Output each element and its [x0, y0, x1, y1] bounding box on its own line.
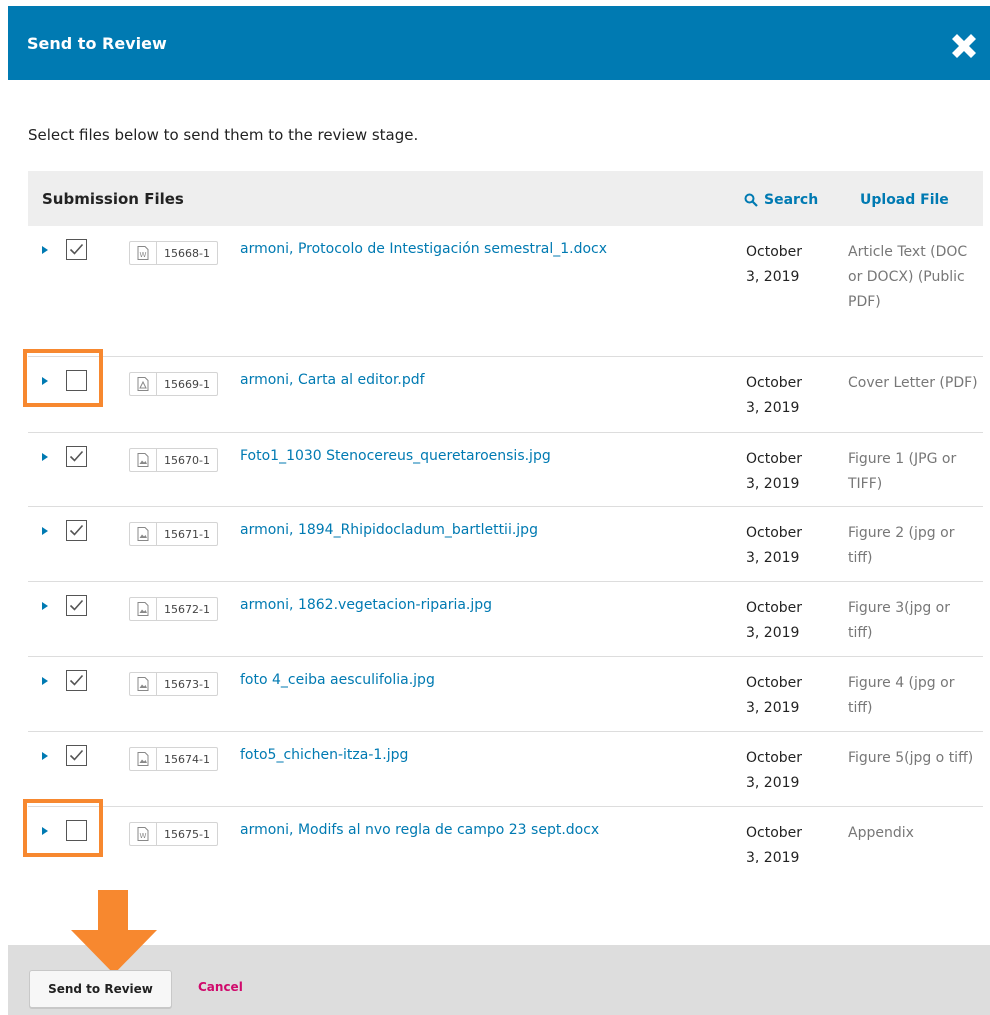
- file-row: 15671-1 armoni, 1894_Rhipidocladum_bartle…: [28, 507, 983, 582]
- submission-files-grid: Submission Files Search Upload File W 156…: [23, 171, 983, 880]
- file-name-link[interactable]: armoni, Carta al editor.pdf: [240, 372, 425, 388]
- file-id: 15668-1: [164, 246, 210, 260]
- pdf-file-icon: [130, 373, 157, 395]
- intro-text: Select files below to send them to the r…: [28, 126, 419, 144]
- file-id-badge: W 15668-1: [129, 241, 218, 265]
- checkmark-icon: [69, 450, 84, 462]
- image-file-icon: [130, 449, 157, 471]
- file-date: October 3, 2019: [746, 375, 803, 416]
- file-id: 15669-1: [164, 377, 210, 391]
- search-icon: [744, 193, 758, 207]
- file-date: October 3, 2019: [746, 244, 803, 285]
- file-row: 15669-1 armoni, Carta al editor.pdf Octobe…: [23, 349, 983, 433]
- cancel-link[interactable]: Cancel: [198, 980, 243, 994]
- file-row: 15674-1 foto5_chichen-itza-1.jpg October 3…: [28, 732, 983, 807]
- file-type: Article Text (DOC or DOCX) (Public PDF): [848, 244, 968, 310]
- file-id: 15674-1: [164, 752, 210, 766]
- checkmark-icon: [69, 243, 84, 255]
- highlight-box: [23, 349, 103, 407]
- upload-file-link[interactable]: Upload File: [860, 192, 949, 208]
- svg-text:W: W: [140, 251, 147, 259]
- close-icon[interactable]: [946, 28, 982, 64]
- checkmark-icon: [69, 674, 84, 686]
- file-select-checkbox[interactable]: [66, 446, 87, 467]
- expand-row-icon[interactable]: [42, 752, 48, 760]
- file-name-link[interactable]: foto5_chichen-itza-1.jpg: [240, 747, 408, 763]
- file-rows: W 15668-1 armoni, Protocolo de Intestigaci…: [23, 226, 983, 880]
- file-id: 15675-1: [164, 827, 210, 841]
- arrow-down-icon: [71, 890, 157, 974]
- grid-header: Submission Files Search Upload File: [28, 171, 983, 226]
- file-date: October 3, 2019: [746, 600, 803, 641]
- search-label: Search: [764, 192, 819, 208]
- modal-title: Send to Review: [27, 34, 167, 53]
- highlight-box: [23, 799, 103, 857]
- file-id: 15670-1: [164, 453, 210, 467]
- file-type: Figure 2 (jpg or tiff): [848, 525, 955, 566]
- file-row: 15673-1 foto 4_ceiba aesculifolia.jpg Octo…: [28, 657, 983, 732]
- checkmark-icon: [69, 524, 84, 536]
- file-select-checkbox[interactable]: [66, 670, 87, 691]
- file-select-checkbox[interactable]: [66, 595, 87, 616]
- file-name-link[interactable]: Foto1_1030 Stenocereus_queretaroensis.jp…: [240, 448, 551, 464]
- file-id-badge: 15669-1: [129, 372, 218, 396]
- expand-row-icon[interactable]: [42, 677, 48, 685]
- svg-text:W: W: [140, 832, 147, 840]
- file-id-badge: W 15675-1: [129, 822, 218, 846]
- expand-row-icon[interactable]: [42, 246, 48, 254]
- modal-header: Send to Review: [8, 6, 990, 80]
- expand-row-icon[interactable]: [42, 602, 48, 610]
- image-file-icon: [130, 598, 157, 620]
- file-id: 15671-1: [164, 527, 210, 541]
- expand-row-icon[interactable]: [42, 527, 48, 535]
- search-link[interactable]: Search: [744, 192, 818, 208]
- file-name-link[interactable]: armoni, Protocolo de Intestigación semes…: [240, 241, 607, 257]
- file-date: October 3, 2019: [746, 451, 803, 492]
- file-type: Appendix: [848, 825, 914, 841]
- file-name-link[interactable]: armoni, 1894_Rhipidocladum_bartlettii.jp…: [240, 522, 538, 538]
- image-file-icon: [130, 523, 157, 545]
- word-file-icon: W: [130, 823, 157, 845]
- image-file-icon: [130, 673, 157, 695]
- file-name-link[interactable]: armoni, 1862.vegetacion-riparia.jpg: [240, 597, 492, 613]
- checkmark-icon: [69, 749, 84, 761]
- file-id: 15672-1: [164, 602, 210, 616]
- file-id: 15673-1: [164, 677, 210, 691]
- file-id-badge: 15671-1: [129, 522, 218, 546]
- file-type: Figure 5(jpg o tiff): [848, 750, 974, 766]
- send-to-review-button[interactable]: Send to Review: [29, 970, 172, 1008]
- word-file-icon: W: [130, 242, 157, 264]
- file-name-link[interactable]: armoni, Modifs al nvo regla de campo 23 …: [240, 822, 599, 838]
- file-id-badge: 15670-1: [129, 448, 218, 472]
- file-select-checkbox[interactable]: [66, 745, 87, 766]
- file-name-link[interactable]: foto 4_ceiba aesculifolia.jpg: [240, 672, 435, 688]
- file-date: October 3, 2019: [746, 525, 803, 566]
- file-date: October 3, 2019: [746, 750, 803, 791]
- image-file-icon: [130, 748, 157, 770]
- file-id-badge: 15673-1: [129, 672, 218, 696]
- file-select-checkbox[interactable]: [66, 520, 87, 541]
- file-type: Figure 4 (jpg or tiff): [848, 675, 955, 716]
- file-id-badge: 15672-1: [129, 597, 218, 621]
- file-row: 15670-1 Foto1_1030 Stenocereus_queretaroe…: [28, 433, 983, 507]
- file-select-checkbox[interactable]: [66, 239, 87, 260]
- grid-title: Submission Files: [42, 190, 184, 208]
- checkmark-icon: [69, 599, 84, 611]
- expand-row-icon[interactable]: [42, 453, 48, 461]
- file-id-badge: 15674-1: [129, 747, 218, 771]
- file-row: W 15668-1 armoni, Protocolo de Intestigaci…: [28, 226, 983, 357]
- file-row: 15672-1 armoni, 1862.vegetacion-riparia.j…: [28, 582, 983, 657]
- file-type: Cover Letter (PDF): [848, 375, 978, 391]
- file-type: Figure 3(jpg or tiff): [848, 600, 950, 641]
- file-date: October 3, 2019: [746, 675, 803, 716]
- file-type: Figure 1 (JPG or TIFF): [848, 451, 957, 492]
